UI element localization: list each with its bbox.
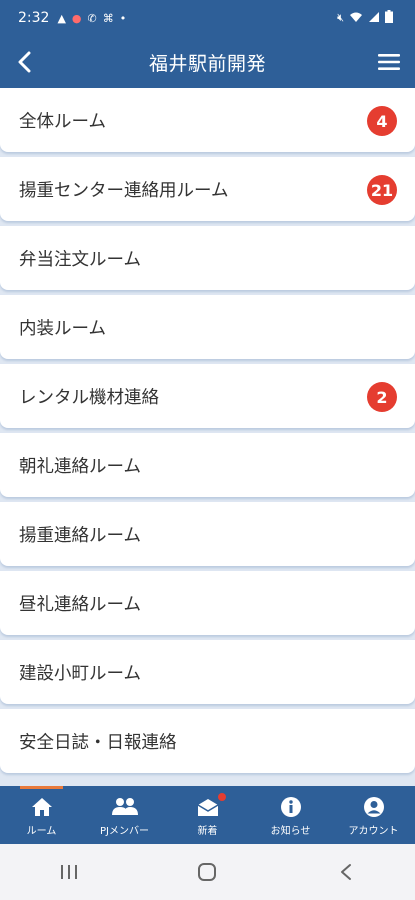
room-item[interactable]: 内装ルーム [0,295,415,359]
home-button[interactable] [177,852,237,892]
room-item[interactable]: 安全日誌・日報連絡 [0,709,415,773]
room-label: 揚重連絡ルーム [19,525,141,546]
room-label: 朝礼連絡ルーム [19,456,141,477]
tab-label: 新着 [197,826,218,837]
home-circle-icon [198,863,217,881]
unread-badge: 2 [367,382,397,412]
room-item[interactable]: 昼礼連絡ルーム [0,571,415,635]
room-label: 昼礼連絡ルーム [19,594,141,615]
recents-icon [61,865,78,879]
tab-label: ルーム [26,826,57,837]
vibrate-icon: ✆ [87,11,97,25]
tab-rooms[interactable]: ルーム [0,786,83,844]
tab-notices[interactable]: お知らせ [249,786,332,844]
room-label: 安全日誌・日報連絡 [19,732,177,753]
dot-icon: • [119,11,127,25]
signal-icon [368,11,380,26]
chevron-left-icon [18,51,31,73]
account-icon [363,795,385,819]
room-item[interactable]: 全体ルーム 4 [0,88,415,152]
tab-new[interactable]: 新着 [166,786,249,844]
status-time: 2:32 [18,10,50,26]
room-item[interactable]: 揚重センター連絡用ルーム 21 [0,157,415,221]
tab-label: PJメンバー [100,826,149,837]
page-title: 福井駅前開発 [148,52,266,75]
tab-label: お知らせ [270,826,311,837]
room-item[interactable]: 朝礼連絡ルーム [0,433,415,497]
cast-icon: ⌘ [102,11,114,25]
room-item[interactable]: 建設小町ルーム [0,640,415,704]
mute-icon: 🔇︎ [337,11,344,24]
room-label: 弁当注文ルーム [19,249,141,270]
room-label: 建設小町ルーム [19,663,141,684]
room-label: レンタル機材連絡 [19,387,159,408]
home-icon [31,795,53,819]
new-mail-icon [196,793,226,819]
room-item[interactable]: 揚重連絡ルーム [0,502,415,566]
system-back-button[interactable] [316,852,376,892]
status-bar: 2:32 ▲ ● ✆ ⌘ • 🔇︎ [0,0,415,36]
app-header: 福井駅前開発 [0,36,415,88]
system-nav-bar [0,844,415,900]
recent-apps-button[interactable] [39,852,99,892]
room-label: 全体ルーム [19,111,106,132]
hamburger-icon [378,54,400,70]
warning-icon: ▲ [57,11,66,25]
tab-label: アカウント [348,826,399,837]
info-icon [280,795,302,819]
new-dot-icon [217,793,226,801]
battery-icon [385,10,393,26]
tab-account[interactable]: アカウント [332,786,415,844]
status-notification-icons: ▲ ● ✆ ⌘ • [57,12,126,25]
room-item[interactable]: レンタル機材連絡 2 [0,364,415,428]
unread-badge: 21 [367,175,397,205]
wifi-icon [349,11,363,26]
back-button[interactable] [8,46,40,78]
room-item[interactable]: 弁当注文ルーム [0,226,415,290]
room-list[interactable]: 全体ルーム 4 揚重センター連絡用ルーム 21 弁当注文ルーム 内装ルーム レン… [0,88,415,786]
members-icon [111,795,139,819]
status-system-icons: 🔇︎ [337,10,393,26]
room-label: 揚重センター連絡用ルーム [19,180,229,201]
menu-button[interactable] [373,46,405,78]
unread-badge: 4 [367,106,397,136]
bottom-tab-bar: ルーム PJメンバー 新着 お知らせ アカウント [0,786,415,844]
record-icon: ● [71,11,82,25]
back-arrow-icon [340,864,351,880]
tab-members[interactable]: PJメンバー [83,786,166,844]
room-label: 内装ルーム [19,318,106,339]
